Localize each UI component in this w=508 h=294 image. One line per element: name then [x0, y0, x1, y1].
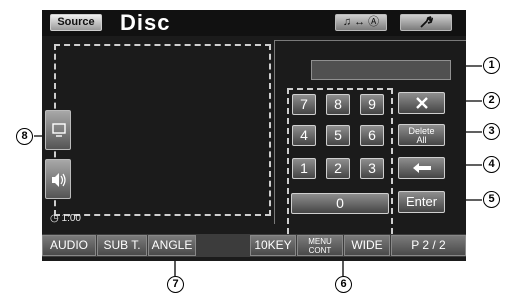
- visual-button[interactable]: [45, 110, 71, 150]
- audio-nav-switch-button[interactable]: ♫ ↔ Ⓐ: [335, 14, 387, 31]
- x-icon: [415, 97, 428, 109]
- left-arrow-icon: [412, 163, 431, 173]
- infotainment-screen: Source Disc ♫ ↔ Ⓐ ◷ 1:00 7 8 9 4 5 6 1 2…: [42, 10, 466, 261]
- top-bar: Source Disc ♫ ↔ Ⓐ: [42, 10, 466, 36]
- key-0[interactable]: 0: [291, 193, 389, 214]
- number-input-field[interactable]: [311, 60, 451, 80]
- callout-3: 3: [483, 123, 500, 140]
- callout-8: 8: [16, 128, 33, 145]
- callout-1: 1: [483, 57, 500, 74]
- playback-time-value: 1:00: [61, 213, 81, 224]
- key-5[interactable]: 5: [326, 125, 350, 146]
- audio-button[interactable]: AUDIO: [42, 235, 96, 256]
- audio-setting-button[interactable]: [45, 159, 71, 199]
- setup-button[interactable]: [400, 14, 452, 31]
- key-2[interactable]: 2: [326, 158, 350, 179]
- page-button[interactable]: P 2 / 2: [391, 235, 466, 256]
- menu-control-button[interactable]: MENU CONT: [297, 235, 343, 256]
- source-title: Disc: [120, 10, 171, 35]
- callout-4: 4: [483, 156, 500, 173]
- clock-icon: ◷: [50, 213, 59, 224]
- key-6[interactable]: 6: [360, 125, 384, 146]
- keypad-panel: 7 8 9 4 5 6 1 2 3 0 Delete All Enter: [274, 40, 466, 244]
- bottom-spacer: [197, 235, 249, 256]
- callout-5: 5: [483, 191, 500, 208]
- callout-7: 7: [167, 276, 184, 293]
- ten-key-button[interactable]: 10KEY: [250, 235, 296, 256]
- enter-button[interactable]: Enter: [398, 191, 445, 213]
- callout-2: 2: [483, 92, 500, 109]
- menu-control-label-line1: MENU: [308, 237, 332, 246]
- delete-all-button[interactable]: Delete All: [398, 124, 445, 146]
- key-9[interactable]: 9: [360, 94, 384, 115]
- angle-button[interactable]: ANGLE: [148, 235, 196, 256]
- wide-button[interactable]: WIDE: [344, 235, 390, 256]
- menu-control-label-line2: CONT: [308, 246, 332, 255]
- speaker-icon: [52, 173, 66, 187]
- music-note-swap-navigation-icon: ♫ ↔ Ⓐ: [342, 16, 380, 28]
- backspace-button[interactable]: [398, 157, 445, 179]
- key-8[interactable]: 8: [326, 94, 350, 115]
- key-4[interactable]: 4: [292, 125, 316, 146]
- video-display-area[interactable]: [54, 44, 271, 216]
- wrench-icon: [420, 16, 434, 28]
- display-icon: [52, 123, 66, 137]
- delete-button[interactable]: [398, 92, 445, 114]
- playback-time: ◷ 1:00: [50, 213, 81, 224]
- delete-all-label-line2: All: [416, 135, 427, 145]
- callout-6: 6: [335, 276, 352, 293]
- key-3[interactable]: 3: [360, 158, 384, 179]
- source-button[interactable]: Source: [50, 14, 102, 31]
- bottom-function-bar: AUDIO SUB T. ANGLE 10KEY MENU CONT WIDE …: [42, 234, 466, 257]
- subtitle-button[interactable]: SUB T.: [97, 235, 147, 256]
- key-7[interactable]: 7: [292, 94, 316, 115]
- key-1[interactable]: 1: [292, 158, 316, 179]
